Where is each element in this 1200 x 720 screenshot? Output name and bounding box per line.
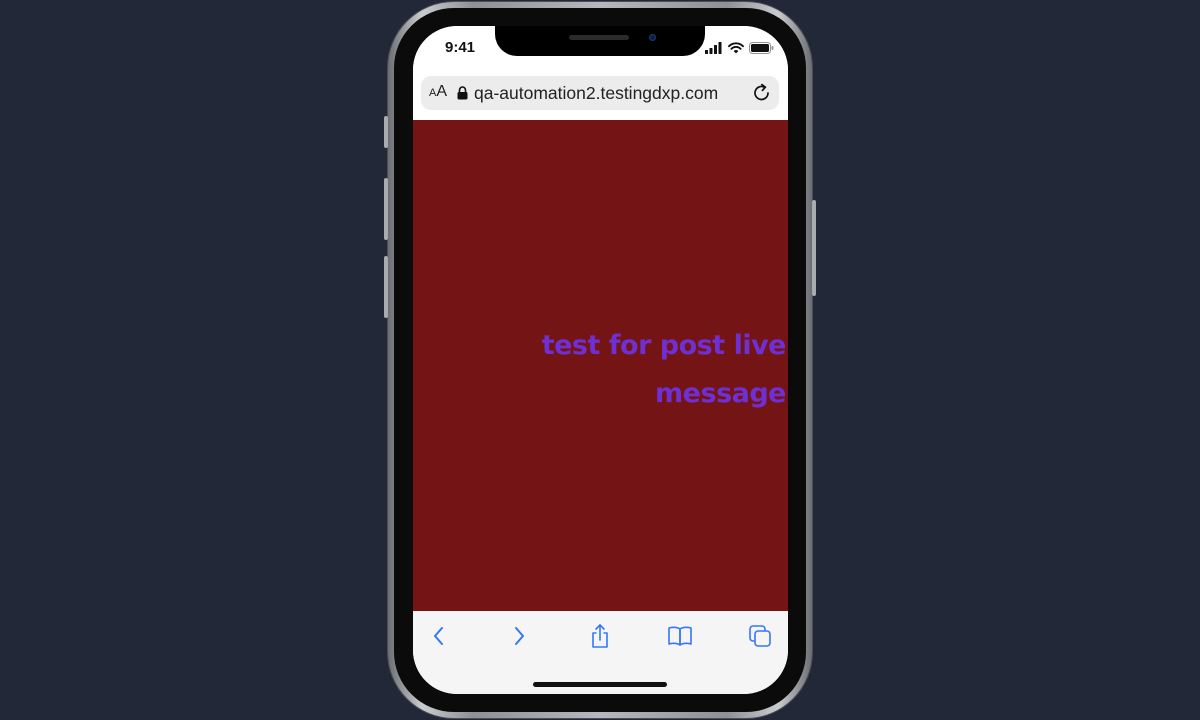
text-size-large-label: A: [436, 83, 448, 100]
status-bar: 9:41: [413, 26, 788, 70]
speaker-grille: [569, 35, 629, 40]
notch: [495, 26, 705, 56]
volume-down-button: [384, 256, 388, 318]
browser-toolbar: [413, 611, 788, 694]
web-content: test For post live message: [413, 120, 788, 611]
share-icon: [592, 624, 608, 648]
bookmarks-button[interactable]: [665, 623, 695, 649]
address-bar[interactable]: AA qa-automation2.testingdxp.com: [421, 76, 779, 110]
battery-icon: [749, 42, 774, 54]
tabs-icon: [749, 625, 771, 647]
message-line-1: test For post live: [541, 330, 787, 361]
back-icon: [434, 627, 443, 645]
forward-icon: [515, 627, 524, 645]
post-live-message: test For post live message: [486, 322, 787, 418]
text-size-button[interactable]: AA: [429, 83, 447, 101]
phone-screen: 9:41 AA qa-automation2.testingdxp.com te…: [413, 26, 788, 694]
forward-button[interactable]: [504, 623, 534, 649]
status-time: 9:41: [445, 39, 476, 56]
tabs-button[interactable]: [745, 623, 775, 649]
volume-up-button: [384, 178, 388, 240]
browser-address-area: AA qa-automation2.testingdxp.com: [413, 70, 788, 120]
wifi-icon: [728, 42, 744, 54]
bookmarks-icon: [668, 626, 692, 646]
status-icons: [705, 42, 774, 54]
lock-icon: [457, 86, 468, 100]
home-indicator[interactable]: [533, 682, 667, 687]
url-text[interactable]: qa-automation2.testingdxp.com: [474, 83, 718, 104]
cellular-signal-icon: [705, 42, 722, 54]
reload-icon[interactable]: [751, 82, 773, 104]
back-button[interactable]: [424, 623, 454, 649]
share-button[interactable]: [585, 623, 615, 649]
message-line-2: message: [655, 378, 786, 409]
power-button: [812, 200, 816, 296]
front-camera: [649, 34, 656, 41]
mute-switch: [384, 116, 388, 148]
